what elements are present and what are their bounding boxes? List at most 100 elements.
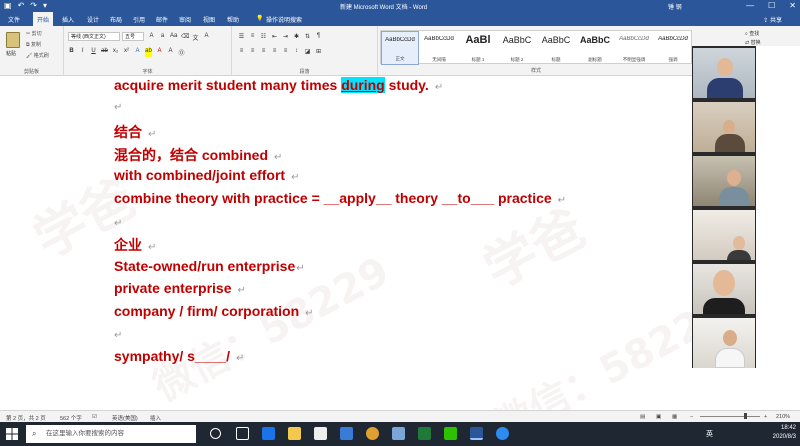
word-count[interactable]: 562 个字: [60, 414, 82, 422]
zoom-slider[interactable]: [700, 416, 760, 417]
page-count[interactable]: 第 2 页，共 2 页: [6, 414, 46, 422]
numbering-icon[interactable]: ≡: [249, 33, 256, 40]
system-clock[interactable]: 18:42 2020/8/3: [773, 424, 796, 442]
clear-format-icon[interactable]: ⌫: [181, 33, 189, 42]
tab-insert[interactable]: 插入: [62, 15, 74, 24]
enclose-icon[interactable]: ⓪: [178, 48, 185, 57]
input-language[interactable]: 英: [706, 429, 713, 439]
zoom-slider-thumb[interactable]: [744, 413, 747, 419]
tab-design[interactable]: 设计: [87, 15, 99, 24]
cortana-icon[interactable]: [210, 428, 221, 439]
font-color-icon[interactable]: A: [156, 48, 163, 57]
italic-icon[interactable]: I: [79, 48, 86, 57]
grow-font-icon[interactable]: A: [148, 33, 155, 42]
change-case-icon[interactable]: Aa: [170, 33, 177, 42]
video-tile[interactable]: [693, 48, 755, 98]
store-icon[interactable]: [314, 427, 327, 440]
text-effects-icon[interactable]: A: [134, 48, 141, 57]
strikethrough-icon[interactable]: ab: [101, 48, 108, 57]
read-mode-icon[interactable]: ▤: [640, 414, 645, 420]
distributed-icon[interactable]: ≡: [282, 48, 289, 55]
tab-view[interactable]: 视图: [203, 15, 215, 24]
tell-me-search[interactable]: 操作说明搜索: [266, 15, 302, 24]
paste-button[interactable]: 粘贴: [6, 50, 16, 57]
tab-home[interactable]: 开始: [33, 12, 54, 26]
font-name-select[interactable]: 等线 (西文正文): [68, 32, 120, 41]
zoom-out-icon[interactable]: −: [690, 414, 693, 420]
windows-start-icon[interactable]: [6, 428, 18, 440]
style-no-spacing[interactable]: AaBbCcDd 无间隔: [420, 31, 458, 65]
highlight-icon[interactable]: ab: [145, 48, 152, 57]
app-icon[interactable]: [340, 427, 353, 440]
redo-icon[interactable]: ↷: [30, 1, 37, 11]
close-button[interactable]: ✕: [789, 0, 796, 11]
proofing-icon[interactable]: ☑: [92, 414, 97, 420]
word-icon[interactable]: [470, 427, 483, 440]
style-emphasis[interactable]: AaBbCcDd 强调: [654, 31, 692, 65]
print-layout-icon[interactable]: ▣: [656, 414, 661, 420]
find-button[interactable]: ⌕ 查找: [745, 30, 761, 39]
insert-mode[interactable]: 插入: [150, 414, 161, 422]
style-title[interactable]: AaBbC 标题: [537, 31, 575, 65]
font-size-select[interactable]: 五号: [122, 32, 144, 41]
cut-button[interactable]: ✂ 剪切: [26, 30, 42, 37]
style-normal[interactable]: AaBbCcDd 正文: [381, 31, 419, 65]
bold-icon[interactable]: B: [68, 48, 75, 57]
style-heading-1[interactable]: AaBl 标题 1: [459, 31, 497, 65]
tab-review[interactable]: 审阅: [179, 15, 191, 24]
style-heading-2[interactable]: AaBbC 标题 2: [498, 31, 536, 65]
phonetic-icon[interactable]: 文: [192, 33, 199, 42]
zoom-in-icon[interactable]: +: [764, 414, 767, 420]
subscript-icon[interactable]: x₂: [112, 48, 119, 57]
style-subtitle[interactable]: AaBbC 副标题: [576, 31, 614, 65]
video-tile[interactable]: [693, 318, 755, 368]
paste-icon[interactable]: [6, 32, 20, 48]
edge-browser-icon[interactable]: [262, 427, 275, 440]
zoom-level[interactable]: 210%: [776, 414, 790, 420]
shading-icon[interactable]: A: [167, 48, 174, 57]
underline-icon[interactable]: U: [90, 48, 97, 57]
tab-references[interactable]: 引用: [133, 15, 145, 24]
video-tile[interactable]: [693, 210, 755, 260]
maximize-button[interactable]: ☐: [768, 0, 775, 11]
wechat-icon[interactable]: [444, 427, 457, 440]
video-tile[interactable]: [693, 156, 755, 206]
borders-icon[interactable]: ⊞: [315, 48, 322, 55]
meeting-app-icon[interactable]: [496, 427, 509, 440]
copy-button[interactable]: ⧉ 复制: [26, 41, 41, 48]
tab-layout[interactable]: 布局: [110, 15, 122, 24]
taskbar-search[interactable]: ⌕ 在这里输入你要搜索的内容: [26, 425, 196, 443]
user-name[interactable]: 锤 钢: [668, 2, 682, 11]
video-tile[interactable]: [693, 264, 755, 314]
sort-icon[interactable]: ⇅: [304, 33, 311, 40]
justify-icon[interactable]: ≡: [271, 48, 278, 55]
language-indicator[interactable]: 英语(美国): [112, 414, 138, 422]
tab-file[interactable]: 文件: [8, 15, 20, 24]
video-tile[interactable]: [693, 102, 755, 152]
document-area[interactable]: 学爸 学爸 微信：58229 微信：58229 acquire merit st…: [0, 77, 692, 410]
border-char-icon[interactable]: A: [203, 33, 210, 42]
shrink-font-icon[interactable]: a: [159, 33, 166, 42]
excel-icon[interactable]: [418, 427, 431, 440]
share-button[interactable]: ⇪ 共享: [763, 15, 782, 24]
task-view-icon[interactable]: [236, 427, 249, 440]
style-subtle-emphasis[interactable]: AaBbCcDd 不明显强调: [615, 31, 653, 65]
format-painter-button[interactable]: 🖌 格式刷: [26, 52, 49, 59]
chinese-layout-icon[interactable]: ✱: [293, 33, 300, 40]
increase-indent-icon[interactable]: ⇥: [282, 33, 289, 40]
superscript-icon[interactable]: x²: [123, 48, 130, 57]
minimize-button[interactable]: —: [746, 0, 754, 11]
tab-mailings[interactable]: 邮件: [156, 15, 168, 24]
customize-icon[interactable]: ▾: [43, 1, 47, 11]
tab-help[interactable]: 帮助: [227, 15, 239, 24]
undo-icon[interactable]: ↶: [18, 1, 25, 11]
align-right-icon[interactable]: ≡: [260, 48, 267, 55]
line-spacing-icon[interactable]: ↕: [293, 48, 300, 55]
web-layout-icon[interactable]: ▦: [672, 414, 677, 420]
save-icon[interactable]: ▣: [4, 1, 12, 11]
multilevel-icon[interactable]: ☷: [260, 33, 267, 40]
file-explorer-icon[interactable]: [288, 427, 301, 440]
bullets-icon[interactable]: ☰: [238, 33, 245, 40]
decrease-indent-icon[interactable]: ⇤: [271, 33, 278, 40]
paragraph-shading-icon[interactable]: ◪: [304, 48, 311, 55]
